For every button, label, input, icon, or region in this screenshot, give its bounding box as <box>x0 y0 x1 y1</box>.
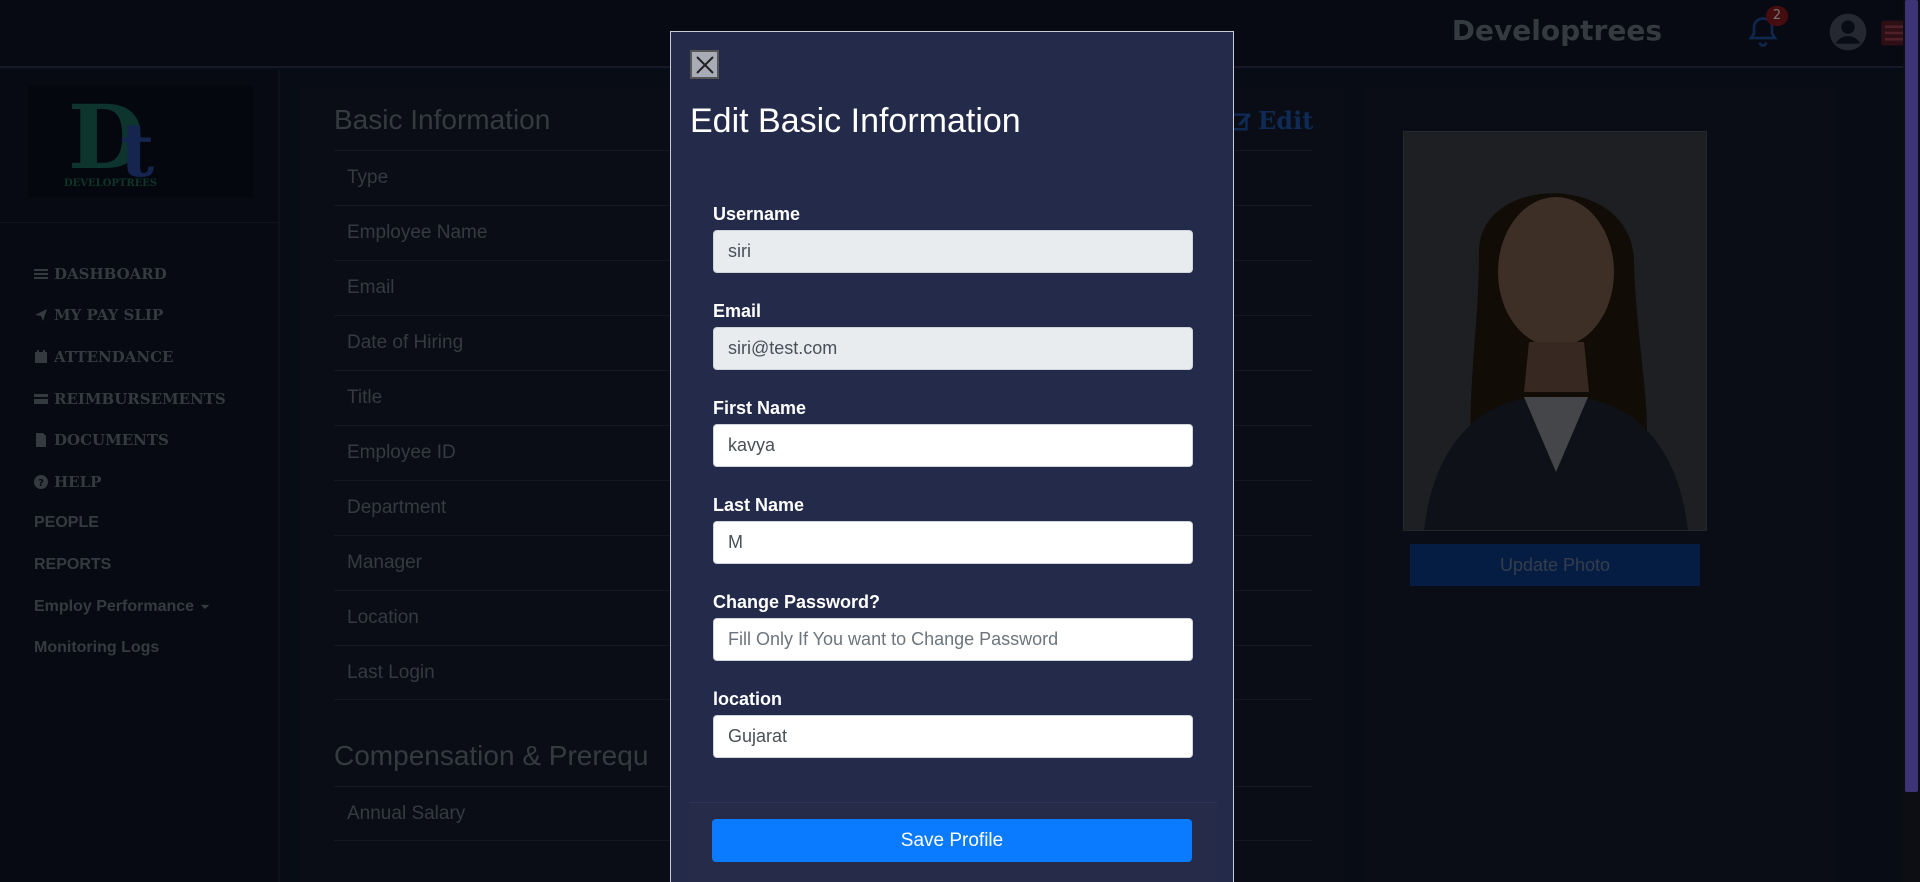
email-label: Email <box>713 301 762 321</box>
location-field[interactable] <box>713 715 1193 758</box>
change-password-field[interactable] <box>713 618 1193 661</box>
close-button[interactable] <box>690 50 719 79</box>
location-label: location <box>713 689 783 709</box>
first-name-label: First Name <box>713 398 807 418</box>
modal-title: Edit Basic Information <box>690 102 1021 140</box>
edit-basic-information-modal: Edit Basic Information Username Email Fi… <box>670 31 1234 882</box>
email-group: Email <box>713 297 1193 394</box>
username-label: Username <box>713 204 801 224</box>
location-group: location <box>713 685 1193 782</box>
last-name-field[interactable] <box>713 521 1193 564</box>
save-profile-button[interactable]: Save Profile <box>712 819 1192 862</box>
close-icon <box>695 55 714 74</box>
last-name-group: Last Name <box>713 491 1193 588</box>
change-password-group: Change Password? <box>713 588 1193 685</box>
change-password-label: Change Password? <box>713 592 881 612</box>
modal-footer: Save Profile <box>689 802 1217 882</box>
last-name-label: Last Name <box>713 495 805 515</box>
edit-profile-form: Username Email First Name Last Name Chan… <box>713 200 1193 782</box>
email-field[interactable] <box>713 327 1193 370</box>
first-name-group: First Name <box>713 394 1193 491</box>
username-group: Username <box>713 200 1193 297</box>
username-field[interactable] <box>713 230 1193 273</box>
first-name-field[interactable] <box>713 424 1193 467</box>
